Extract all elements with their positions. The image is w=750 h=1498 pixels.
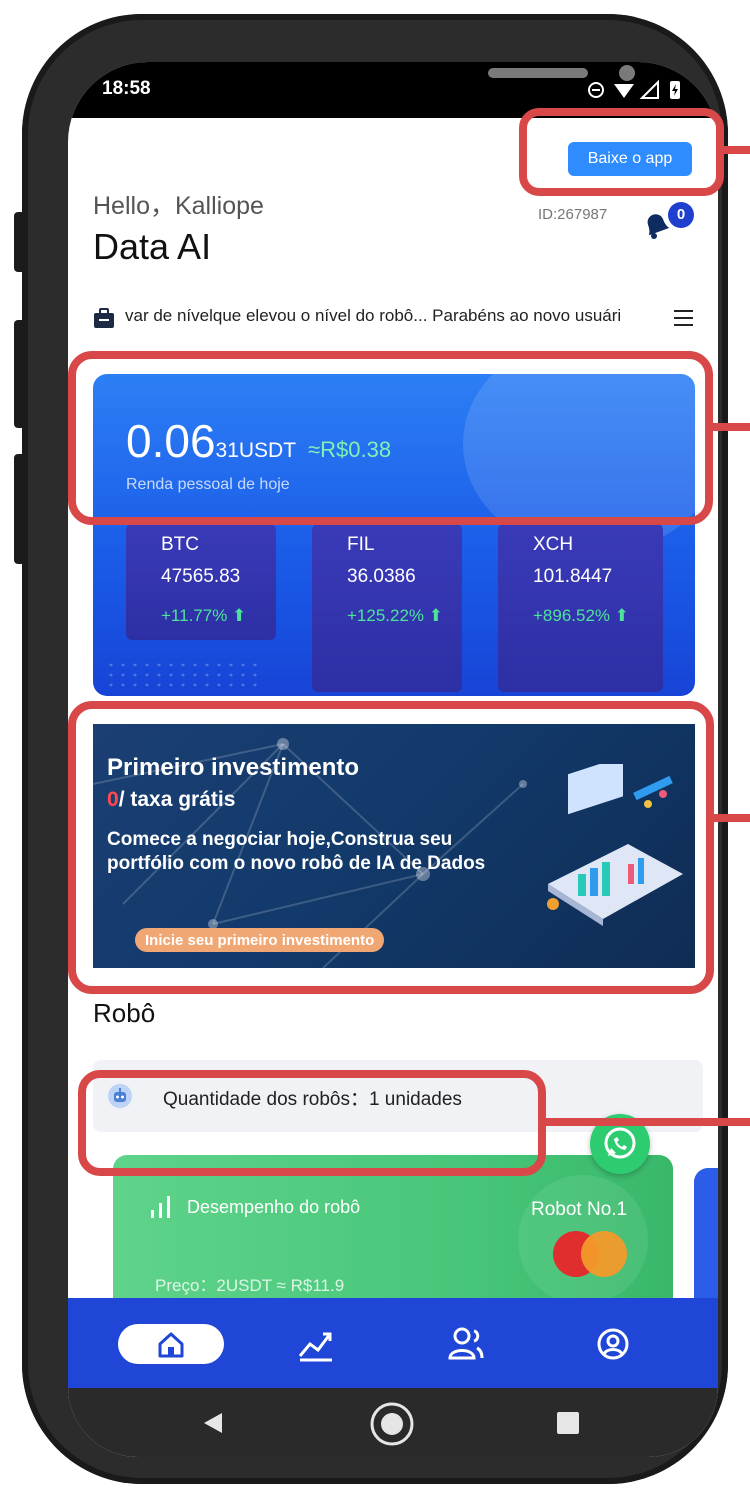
- highlight-promo-banner: [68, 701, 714, 994]
- highlight-download-button: [519, 108, 724, 196]
- highlight-robot-count: [78, 1070, 546, 1176]
- highlight-overlay: [68, 108, 750, 1176]
- highlight-income-card: [68, 351, 713, 525]
